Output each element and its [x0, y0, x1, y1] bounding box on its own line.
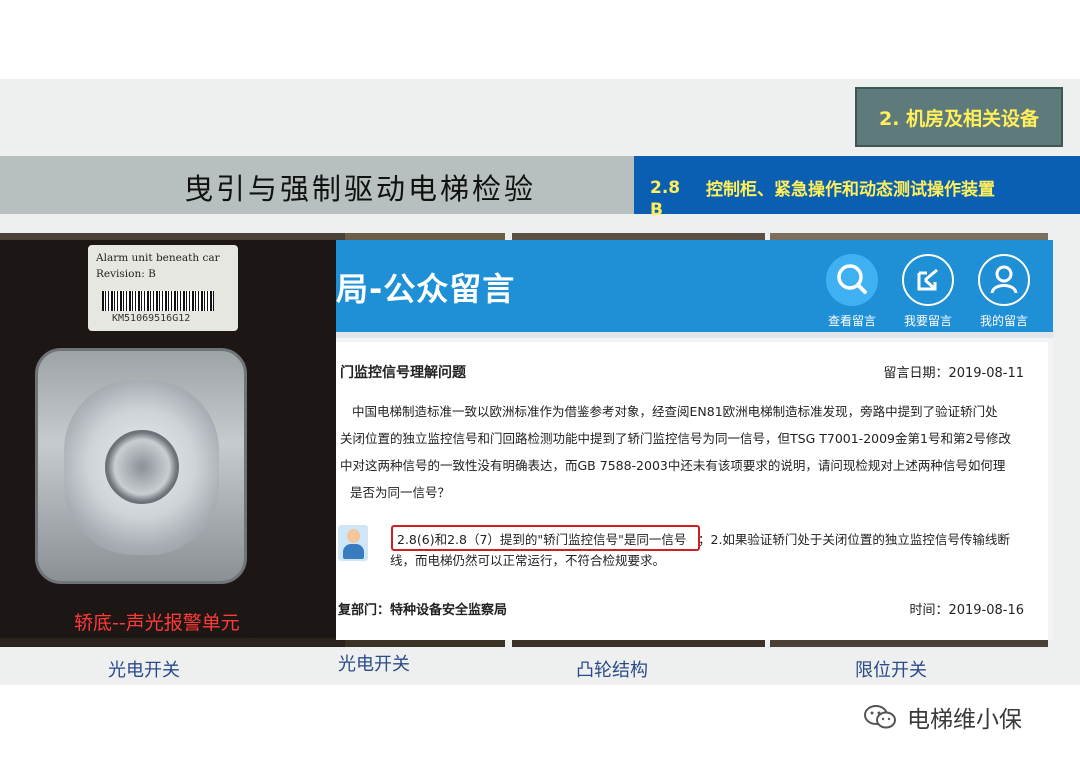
section-badge: 2. 机房及相关设备 [855, 87, 1063, 147]
label-photoelectric-switch-2: 光电开关 [338, 654, 410, 675]
my-messages-button[interactable]: 我的留言 [972, 254, 1036, 329]
reply-department: 复部门：特种设备安全监察局 [338, 603, 508, 618]
view-messages-button[interactable]: 查看留言 [820, 254, 884, 329]
alarm-unit-photo: Alarm unit beneath car Revision: B KM510… [0, 240, 340, 638]
reply-time: 时间：2019-08-16 [909, 603, 1024, 618]
edit-icon [902, 254, 954, 306]
barcode-number: KM51069516G12 [112, 313, 191, 324]
barcode-image [102, 291, 214, 311]
message-board-header: 局-公众留言 查看留言 我要留言 我的留言 [336, 240, 1053, 338]
message-board-screenshot: 局-公众留言 查看留言 我要留言 我的留言 门监控信号理解问题 留言日期：201… [336, 240, 1053, 640]
message-line-1: 中国电梯制造标准一致以欧洲标准作为借鉴参考对象，经查阅EN81欧洲电梯制造标准发… [352, 404, 998, 419]
message-line-3: 中对这两种信号的一致性没有明确表达，而GB 7588-2003中还未有该项要求的… [340, 458, 1006, 473]
message-line-2: 关闭位置的独立监控信号和门回路检测功能中提到了轿门监控信号为同一信号，但TSG … [340, 431, 1011, 446]
message-subject: 门监控信号理解问题 [340, 365, 466, 381]
page-title: 曳引与强制驱动电梯检验 [184, 172, 537, 206]
alarm-unit-speaker [105, 430, 179, 504]
device-label-line2: Revision: B [96, 268, 156, 280]
avatar [338, 525, 368, 561]
message-date: 留言日期：2019-08-11 [883, 366, 1024, 381]
message-board-brand: 局-公众留言 [336, 270, 516, 308]
device-label-line1: Alarm unit beneath car [96, 252, 220, 264]
label-photoelectric-switch-1: 光电开关 [108, 660, 180, 681]
wechat-icon [863, 704, 897, 730]
post-message-label: 我要留言 [903, 314, 952, 328]
label-limit-switch: 限位开关 [855, 660, 927, 681]
avatar-body [343, 544, 364, 559]
my-messages-label: 我的留言 [979, 314, 1028, 328]
watermark: 电梯维小保 [863, 700, 1022, 734]
view-messages-label: 查看留言 [827, 314, 876, 328]
avatar-head [347, 529, 360, 543]
message-card: 门监控信号理解问题 留言日期：2019-08-11 中国电梯制造标准一致以欧洲标… [336, 342, 1048, 640]
header-divider [336, 332, 1053, 338]
clause-number: 2.8 B [650, 178, 681, 220]
clause-title: 控制柜、紧急操作和动态测试操作装置 [706, 180, 995, 200]
reply-text-line2: 线，而电梯仍然可以正常运行，不符合检规要求。 [390, 553, 666, 568]
clause-bar: 2.8 B 控制柜、紧急操作和动态测试操作装置 [634, 156, 1080, 220]
message-line-4: 是否为同一信号？ [350, 485, 451, 500]
reply-highlight-text: 2.8(6)和2.8（7）提到的"轿门监控信号"是同一信号 [397, 532, 687, 547]
search-icon [826, 254, 878, 306]
reply-text: ；2.如果验证轿门处于关闭位置的独立监控信号传输线断 [698, 532, 1010, 547]
user-icon [978, 254, 1030, 306]
photo-caption: 轿底--声光报警单元 [74, 612, 240, 634]
post-message-button[interactable]: 我要留言 [896, 254, 960, 329]
label-cam-structure: 凸轮结构 [576, 660, 648, 681]
watermark-text: 电梯维小保 [907, 707, 1022, 733]
